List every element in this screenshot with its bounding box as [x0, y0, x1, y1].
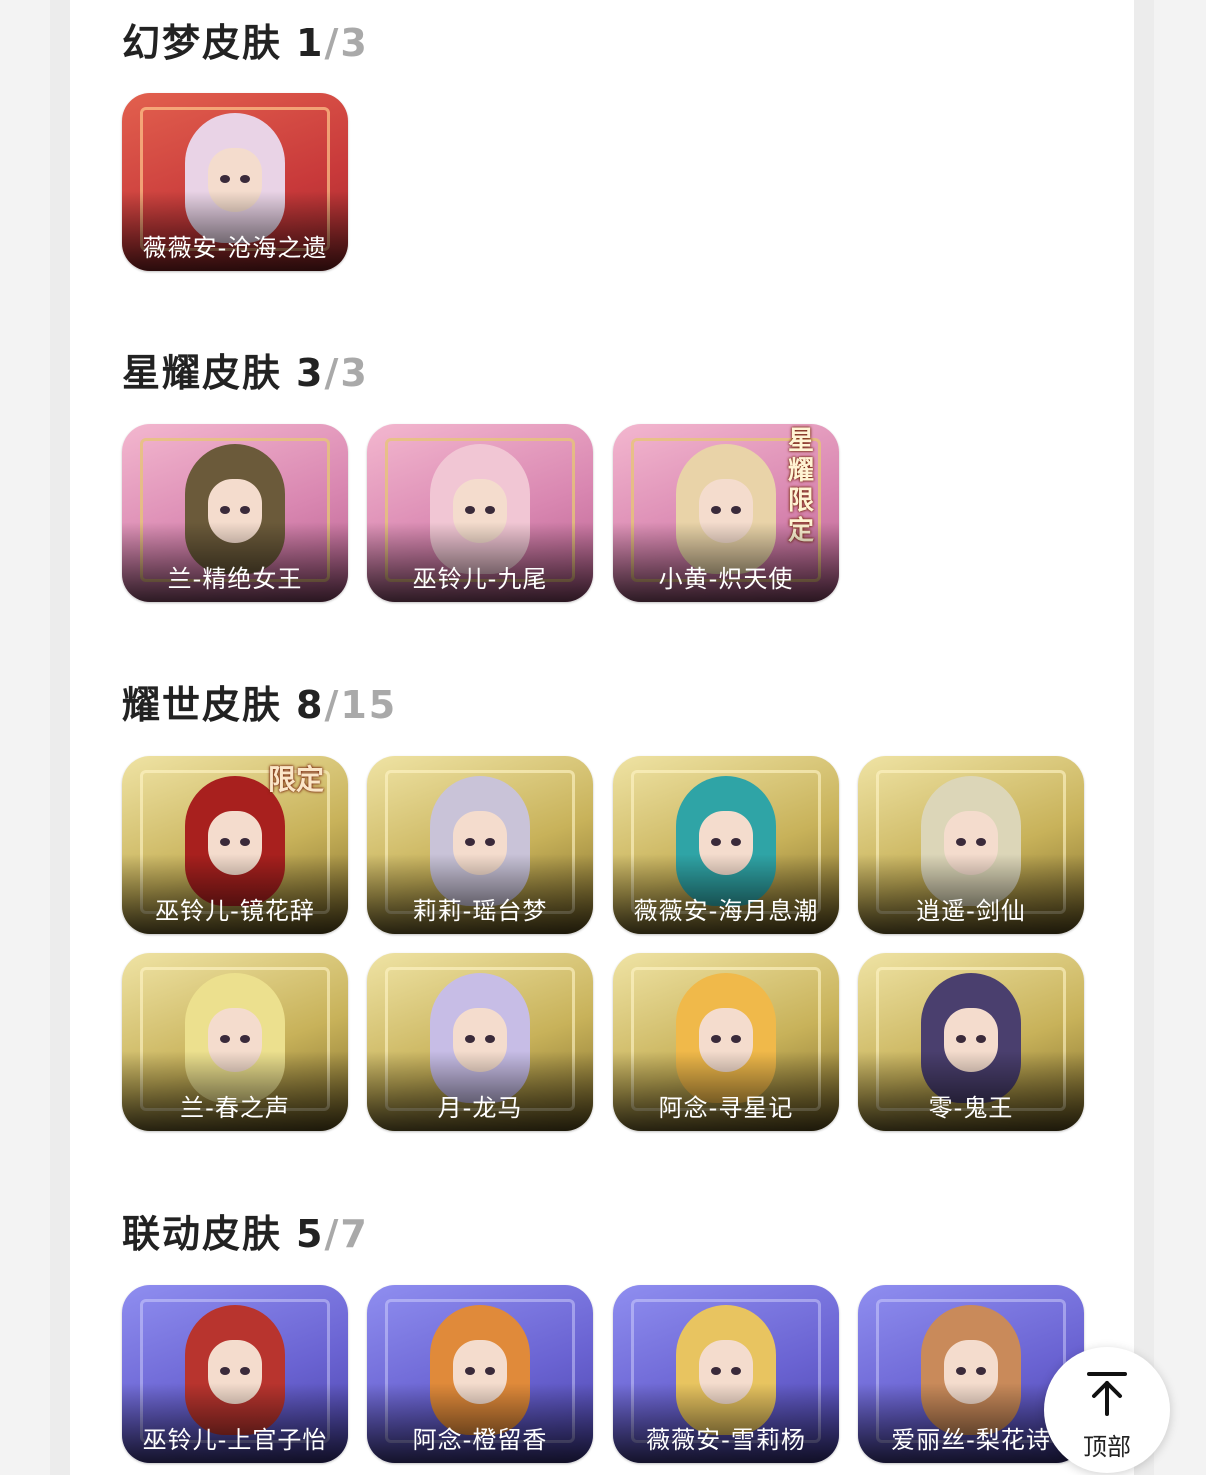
left-rail	[50, 0, 70, 1475]
skin-card[interactable]: 逍遥-剑仙	[858, 756, 1084, 934]
skin-card[interactable]: 阿念-寻星记	[613, 953, 839, 1131]
skin-name: 兰-春之声	[180, 1094, 290, 1122]
total-count: /15	[324, 683, 398, 727]
skin-name: 薇薇安-海月息潮	[633, 897, 819, 925]
skin-name: 薇薇安-雪莉杨	[646, 1426, 806, 1454]
limited-badge: 限定	[267, 763, 324, 796]
skin-card[interactable]: 薇薇安-雪莉杨	[613, 1285, 839, 1463]
arrow-up-to-top-icon	[1087, 1372, 1127, 1416]
total-count: /7	[324, 1212, 369, 1256]
skin-card[interactable]: 莉莉-瑶台梦	[367, 756, 593, 934]
back-to-top-label: 顶部	[1083, 1433, 1131, 1461]
total-count: /3	[324, 351, 369, 395]
skin-card[interactable]: 阿念-橙留香	[367, 1285, 593, 1463]
skin-name: 巫铃儿-九尾	[412, 565, 548, 593]
owned-count: 3	[296, 351, 325, 395]
skin-card[interactable]: 星耀限定 小黄-炽天使	[613, 424, 839, 602]
skin-card[interactable]: 兰-精绝女王	[122, 424, 348, 602]
owned-count: 5	[296, 1212, 325, 1256]
skin-name: 巫铃儿-镜花辞	[155, 897, 315, 925]
section-title-dream: 幻梦皮肤 1/3	[122, 21, 369, 65]
skin-card[interactable]: 限定 巫铃儿-镜花辞	[122, 756, 348, 934]
section-title-glory: 耀世皮肤 8/15	[122, 683, 398, 727]
skin-name: 阿念-寻星记	[658, 1094, 794, 1122]
skin-name: 巫铃儿-上官子怡	[142, 1426, 328, 1454]
back-to-top-button[interactable]: 顶部	[1044, 1347, 1170, 1473]
skin-card[interactable]: 巫铃儿-上官子怡	[122, 1285, 348, 1463]
owned-count: 1	[296, 21, 325, 65]
skin-name: 小黄-炽天使	[658, 565, 794, 593]
section-title-collab: 联动皮肤 5/7	[122, 1212, 369, 1256]
skin-card[interactable]: 兰-春之声	[122, 953, 348, 1131]
total-count: /3	[324, 21, 369, 65]
skin-name: 零-鬼王	[928, 1094, 1014, 1122]
section-title-star: 星耀皮肤 3/3	[122, 351, 369, 395]
skin-name: 薇薇安-沧海之遗	[142, 234, 328, 262]
skin-card[interactable]: 薇薇安-海月息潮	[613, 756, 839, 934]
skin-name: 月-龙马	[437, 1094, 523, 1122]
skin-name: 兰-精绝女王	[167, 565, 303, 593]
owned-count: 8	[296, 683, 325, 727]
skin-name: 莉莉-瑶台梦	[412, 897, 548, 925]
skin-card[interactable]: 月-龙马	[367, 953, 593, 1131]
right-rail	[1134, 0, 1154, 1475]
skin-card[interactable]: 零-鬼王	[858, 953, 1084, 1131]
skin-name: 阿念-橙留香	[412, 1426, 548, 1454]
skin-card[interactable]: 巫铃儿-九尾	[367, 424, 593, 602]
skin-card[interactable]: 薇薇安-沧海之遗	[122, 93, 348, 271]
skin-name: 逍遥-剑仙	[916, 897, 1026, 925]
